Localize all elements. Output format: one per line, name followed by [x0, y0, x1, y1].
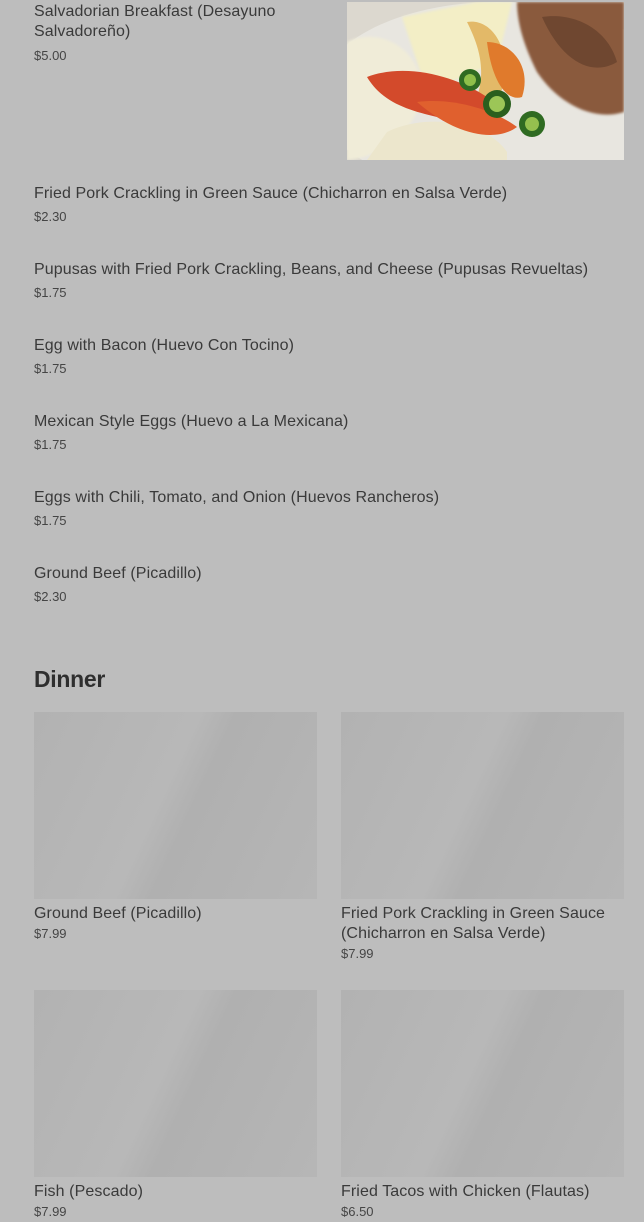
menu-item-price: $6.50	[341, 1204, 374, 1219]
menu-item-price: $1.75	[34, 513, 67, 528]
menu-item-price: $7.99	[341, 946, 374, 961]
image-placeholder[interactable]	[341, 990, 624, 1177]
menu-item-name: Pupusas with Fried Pork Crackling, Beans…	[34, 261, 589, 278]
menu-item-name: Eggs with Chili, Tomato, and Onion (Huev…	[34, 489, 440, 506]
menu-item-name: Egg with Bacon (Huevo Con Tocino)	[34, 337, 295, 354]
menu-item-photo[interactable]	[347, 2, 624, 160]
menu-item-price: $1.75	[34, 285, 67, 300]
menu-item-name: Fried Pork Crackling in Green Sauce (Chi…	[341, 905, 606, 942]
menu-item-price: $2.30	[34, 209, 67, 224]
food-photo-icon	[347, 2, 624, 160]
menu-item-price: $7.99	[34, 926, 67, 941]
menu-item-name: Salvadorian Breakfast (Desayuno Salvador…	[34, 3, 276, 40]
menu-item-price: $1.75	[34, 361, 67, 376]
menu-item-name: Fried Pork Crackling in Green Sauce (Chi…	[34, 185, 508, 202]
menu-item-name: Fried Tacos with Chicken (Flautas)	[341, 1183, 590, 1200]
menu-item[interactable]: Egg with Bacon (Huevo Con Tocino) $1.75	[34, 336, 624, 377]
menu-card[interactable]: Fish (Pescado) $7.99	[34, 990, 317, 1220]
menu-card[interactable]: Fried Pork Crackling in Green Sauce (Chi…	[341, 712, 624, 962]
menu-item-featured[interactable]: Salvadorian Breakfast (Desayuno Salvador…	[0, 0, 644, 172]
menu-item-price: $7.99	[34, 1204, 67, 1219]
menu-card[interactable]: Ground Beef (Picadillo) $7.99	[34, 712, 317, 942]
menu-item[interactable]: Ground Beef (Picadillo) $2.30	[34, 564, 624, 605]
image-placeholder[interactable]	[341, 712, 624, 899]
menu-item[interactable]: Eggs with Chili, Tomato, and Onion (Huev…	[34, 488, 624, 529]
menu-item-text: Salvadorian Breakfast (Desayuno Salvador…	[34, 2, 314, 64]
menu-item-name: Fish (Pescado)	[34, 1183, 143, 1200]
menu-item-name: Mexican Style Eggs (Huevo a La Mexicana)	[34, 413, 349, 430]
menu-item-name: Ground Beef (Picadillo)	[34, 905, 202, 922]
menu-item[interactable]: Fried Pork Crackling in Green Sauce (Chi…	[34, 184, 624, 225]
image-placeholder[interactable]	[34, 712, 317, 899]
menu-item[interactable]: Pupusas with Fried Pork Crackling, Beans…	[34, 260, 624, 301]
menu-item-price: $5.00	[34, 48, 67, 63]
image-placeholder[interactable]	[34, 990, 317, 1177]
menu-item-price: $2.30	[34, 589, 67, 604]
menu-item-price: $1.75	[34, 437, 67, 452]
menu-item[interactable]: Mexican Style Eggs (Huevo a La Mexicana)…	[34, 412, 624, 453]
section-heading-dinner: Dinner	[34, 666, 106, 692]
menu-card[interactable]: Fried Tacos with Chicken (Flautas) $6.50	[341, 990, 624, 1220]
menu-item-name: Ground Beef (Picadillo)	[34, 565, 202, 582]
